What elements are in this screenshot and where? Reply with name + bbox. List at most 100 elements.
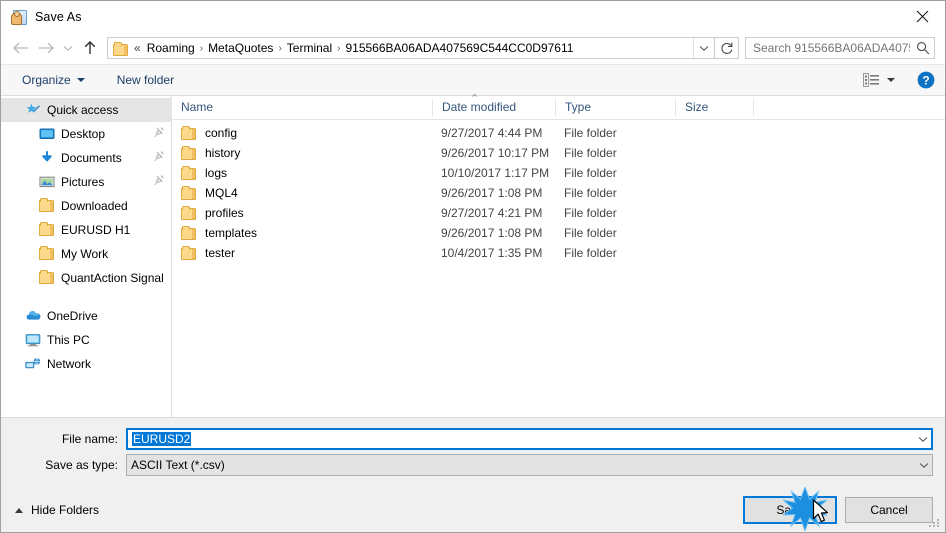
- save-as-type-select[interactable]: ASCII Text (*.csv): [126, 454, 933, 476]
- pin-icon[interactable]: [154, 127, 165, 141]
- forward-button[interactable]: [33, 35, 59, 61]
- sidebar-item-documents[interactable]: Documents: [1, 146, 171, 170]
- resize-grip-icon[interactable]: [929, 517, 941, 529]
- breadcrumb-item-roaming[interactable]: Roaming: [143, 40, 199, 56]
- sidebar-item-my-work[interactable]: My Work: [1, 242, 171, 266]
- back-button[interactable]: [7, 35, 33, 61]
- sidebar-item-eurusd-h1[interactable]: EURUSD H1: [1, 218, 171, 242]
- sidebar-item-desktop[interactable]: Desktop: [1, 122, 171, 146]
- column-header-type[interactable]: Type: [555, 99, 675, 116]
- column-header-row: Name Date modified Type Size ⌃: [172, 93, 945, 120]
- pictures-icon: [39, 174, 55, 190]
- folder-icon: [113, 41, 129, 56]
- file-name: profiles: [205, 206, 244, 220]
- folder-icon: [39, 270, 55, 286]
- sort-ascending-icon: ⌃: [470, 93, 480, 105]
- breadcrumb: « Roaming › MetaQuotes › Terminal › 9155…: [132, 40, 693, 56]
- file-name-value-wrap: EURUSD2: [128, 432, 914, 446]
- cancel-button[interactable]: Cancel: [845, 497, 933, 523]
- file-name-dropdown-button[interactable]: [914, 436, 931, 443]
- dialog-footer: Hide Folders Save Cancel: [1, 488, 945, 532]
- address-dropdown-button[interactable]: [693, 38, 714, 58]
- breadcrumb-item-instance-id[interactable]: 915566BA06ADA407569C544CC0D97611: [341, 40, 577, 56]
- change-view-button[interactable]: [857, 70, 901, 90]
- table-row[interactable]: config 9/27/2017 4:44 PM File folder: [172, 123, 945, 143]
- star-pin-icon: [25, 102, 41, 118]
- save-button[interactable]: Save: [743, 496, 837, 524]
- chevron-down-icon: [63, 45, 73, 51]
- breadcrumb-item-terminal[interactable]: Terminal: [283, 40, 336, 56]
- folder-icon: [181, 126, 197, 140]
- close-button[interactable]: [899, 1, 945, 32]
- folder-icon: [39, 222, 55, 238]
- new-folder-button[interactable]: New folder: [110, 70, 181, 90]
- search-box[interactable]: [745, 37, 935, 59]
- arrow-left-icon: [12, 42, 28, 54]
- table-row[interactable]: history 9/26/2017 10:17 PM File folder: [172, 143, 945, 163]
- sidebar-label: Quick access: [47, 103, 119, 117]
- chevron-down-icon: [918, 436, 927, 442]
- save-as-type-dropdown-button[interactable]: [915, 462, 932, 469]
- file-name-label: File name:: [61, 432, 118, 446]
- column-header-date-modified[interactable]: Date modified: [432, 99, 555, 116]
- search-input[interactable]: [746, 41, 912, 55]
- address-bar[interactable]: « Roaming › MetaQuotes › Terminal › 9155…: [107, 37, 715, 59]
- file-name: config: [205, 126, 238, 140]
- folder-icon: [181, 166, 197, 180]
- sidebar-item-quick-access[interactable]: Quick access: [1, 98, 171, 122]
- file-list-pane: Name Date modified Type Size ⌃ config 9/…: [172, 93, 945, 417]
- table-row[interactable]: logs 10/10/2017 1:17 PM File folder: [172, 163, 945, 183]
- sidebar-label: Downloaded: [61, 199, 128, 213]
- chevron-down-icon: [919, 462, 928, 468]
- folder-icon: [181, 246, 197, 260]
- table-row[interactable]: MQL4 9/26/2017 1:08 PM File folder: [172, 183, 945, 203]
- network-icon: [25, 356, 41, 372]
- column-header-filler: [753, 99, 945, 116]
- organize-label: Organize: [22, 73, 71, 87]
- sidebar-item-downloaded[interactable]: Downloaded: [1, 194, 171, 218]
- table-row[interactable]: profiles 9/27/2017 4:21 PM File folder: [172, 203, 945, 223]
- sidebar-label: This PC: [47, 333, 90, 347]
- folder-icon: [181, 186, 197, 200]
- breadcrumb-item-metaquotes[interactable]: MetaQuotes: [204, 40, 277, 56]
- footer-buttons: Save Cancel: [743, 496, 933, 524]
- sidebar-item-pictures[interactable]: Pictures: [1, 170, 171, 194]
- file-type: File folder: [564, 246, 617, 260]
- sidebar-item-this-pc[interactable]: This PC: [1, 328, 171, 352]
- column-header-name[interactable]: Name: [172, 99, 432, 116]
- sidebar-item-quantaction-signal[interactable]: QuantAction Signal: [1, 266, 171, 290]
- sidebar-label: Network: [47, 357, 92, 371]
- folder-icon: [39, 198, 55, 214]
- documents-download-icon: [39, 150, 55, 166]
- refresh-button[interactable]: [715, 37, 739, 59]
- file-date: 9/26/2017 1:08 PM: [441, 226, 543, 240]
- sidebar-label: EURUSD H1: [61, 223, 131, 237]
- file-name-input[interactable]: EURUSD2: [126, 428, 933, 450]
- sidebar-label: OneDrive: [47, 309, 98, 323]
- table-row[interactable]: templates 9/26/2017 1:08 PM File folder: [172, 223, 945, 243]
- pin-icon[interactable]: [154, 175, 165, 189]
- help-button[interactable]: ?: [917, 71, 935, 89]
- chevron-up-icon: [15, 507, 23, 513]
- table-row[interactable]: tester 10/4/2017 1:35 PM File folder: [172, 243, 945, 263]
- breadcrumb-overflow[interactable]: «: [132, 40, 143, 56]
- hide-folders-button[interactable]: Hide Folders: [15, 503, 99, 517]
- chevron-down-icon: [699, 45, 709, 51]
- file-date: 9/26/2017 10:17 PM: [441, 146, 550, 160]
- onedrive-cloud-icon: [25, 308, 41, 324]
- file-rows: config 9/27/2017 4:44 PM File folder his…: [172, 120, 945, 417]
- sidebar-item-onedrive[interactable]: OneDrive: [1, 304, 171, 328]
- sidebar-item-network[interactable]: Network: [1, 352, 171, 376]
- pin-icon[interactable]: [154, 151, 165, 165]
- file-type: File folder: [564, 226, 617, 240]
- save-as-dialog: Save As « Roaming › MetaQuotes › Termina…: [0, 0, 946, 533]
- up-button[interactable]: [77, 35, 103, 61]
- file-type: File folder: [564, 186, 617, 200]
- file-date: 10/4/2017 1:35 PM: [441, 246, 543, 260]
- column-header-size[interactable]: Size: [675, 99, 753, 116]
- chevron-down-icon: [887, 78, 895, 82]
- organize-button[interactable]: Organize: [15, 70, 92, 90]
- search-icon: [912, 41, 934, 55]
- recent-locations-button[interactable]: [59, 35, 77, 61]
